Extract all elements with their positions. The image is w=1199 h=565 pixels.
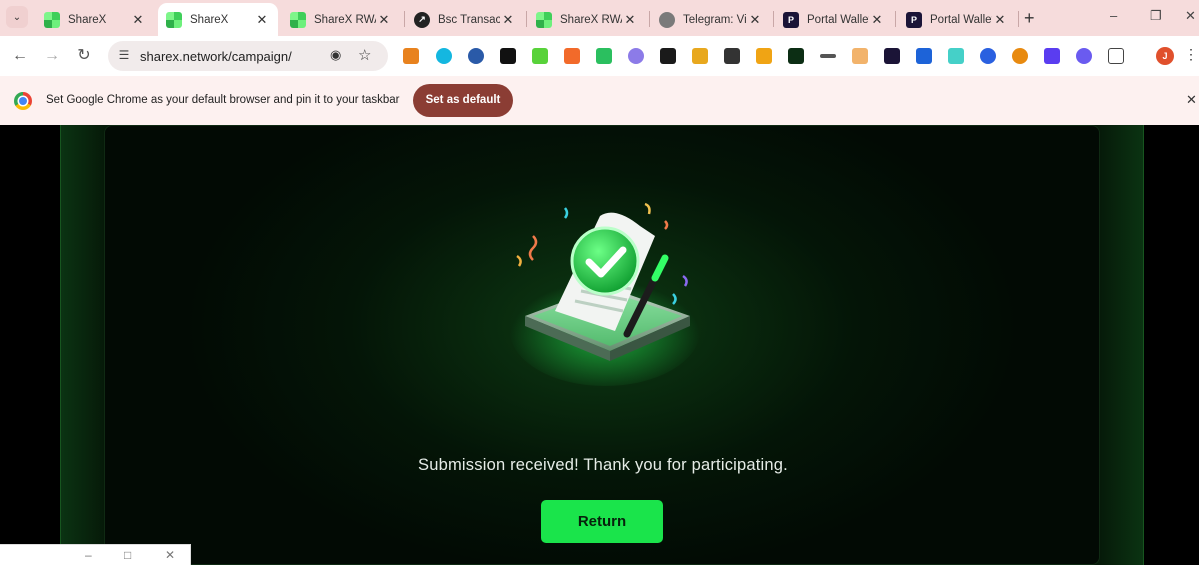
tab-telegram[interactable]: Telegram: Vi ✕ [651,3,771,36]
close-icon[interactable]: ✕ [130,12,146,28]
tab-label: ShareX [190,13,229,26]
tab-label: Bsc Transacti [438,13,500,26]
telegram-icon [659,11,675,28]
sharex-icon [166,11,182,28]
default-browser-infobar: Set Google Chrome as your default browse… [0,76,1199,125]
chrome-logo-icon [14,92,32,110]
close-icon[interactable]: ✕ [992,12,1008,28]
minimize-icon[interactable]: – [1110,8,1117,23]
infobar-message: Set Google Chrome as your default browse… [46,94,400,106]
portal-extension-icon[interactable] [884,48,900,64]
tab-separator [404,11,405,27]
submission-card: Submission received! Thank you for parti… [104,125,1100,565]
tab-bsc-transaction[interactable]: ↗ Bsc Transacti ✕ [406,3,524,36]
tab-label: ShareX RWA [314,13,376,26]
back-arrow-icon[interactable]: ← [10,46,30,66]
tab-search-chevron-icon[interactable]: ⌄ [6,6,28,28]
tab-strip: ⌄ ShareX ✕ ShareX ✕ ShareX RWA ✕ ↗ Bsc T… [0,0,1199,36]
sharex-icon [290,11,306,28]
tab-separator [526,11,527,27]
extension-icon[interactable] [724,48,740,64]
extension-icon[interactable] [916,48,932,64]
sharex-icon [536,11,552,28]
extension-icon[interactable] [756,48,772,64]
extension-icon[interactable] [820,54,836,58]
menu-kebab-icon[interactable]: ⋮ [1184,46,1198,63]
metamask-extension-icon[interactable] [403,48,419,64]
close-icon[interactable]: ✕ [165,548,175,562]
tab-label: Portal Wallet [930,13,992,26]
address-bar[interactable]: ☰ sharex.network/campaign/ ◉ ☆ [108,41,388,71]
extension-icon[interactable] [1012,48,1028,64]
extension-icon[interactable] [948,48,964,64]
minimize-icon[interactable]: – [85,548,92,562]
tab-sharex-1[interactable]: ShareX ✕ [36,3,154,36]
tab-separator [895,11,896,27]
tab-label: ShareX [68,13,107,26]
tab-label: Portal Wallet [807,13,869,26]
tab-sharex-rwa-2[interactable]: ShareX RWA ✕ [528,3,646,36]
location-pin-icon[interactable]: ◉ [330,47,341,63]
restore-icon[interactable]: ❐ [1150,8,1162,24]
tab-sharex-active[interactable]: ShareX ✕ [158,3,278,36]
tab-separator [1018,11,1019,27]
close-icon[interactable]: ✕ [376,12,392,28]
close-icon[interactable]: ✕ [500,12,516,28]
tab-separator [773,11,774,27]
browser-toolbar: ← → ↻ ☰ sharex.network/campaign/ ◉ ☆ J ⋮ [0,36,1199,76]
bookmark-star-icon[interactable]: ☆ [358,46,371,64]
extension-icon[interactable] [692,48,708,64]
tab-separator [649,11,650,27]
forward-arrow-icon[interactable]: → [42,46,62,66]
portal-icon: P [783,11,799,28]
reload-icon[interactable]: ↻ [74,46,94,66]
extension-icon[interactable] [1076,48,1092,64]
extension-icon[interactable] [628,48,644,64]
window-close-icon[interactable]: ✕ [1185,8,1196,24]
extension-icon[interactable] [500,48,516,64]
extension-icon[interactable] [788,48,804,64]
extension-icon[interactable] [596,48,612,64]
extension-icon[interactable] [852,48,868,64]
infobar-close-icon[interactable]: ✕ [1186,92,1197,108]
submission-message: Submission received! Thank you for parti… [418,456,788,474]
extension-icon[interactable] [660,48,676,64]
url-text[interactable]: sharex.network/campaign/ [140,49,292,64]
submission-success-illustration [510,202,700,386]
close-icon[interactable]: ✕ [254,12,270,28]
close-icon[interactable]: ✕ [622,12,638,28]
tab-sharex-rwa-1[interactable]: ShareX RWA ✕ [282,3,400,36]
tab-label: Telegram: Vi [683,13,747,26]
profile-avatar[interactable]: J [1156,47,1174,65]
site-settings-icon[interactable]: ☰ [116,48,132,64]
extension-icon[interactable] [980,48,996,64]
bscscan-icon: ↗ [414,11,430,28]
sharex-icon [44,11,60,28]
new-tab-button[interactable]: + [1024,8,1035,29]
portal-icon: P [906,11,922,28]
tab-label: ShareX RWA [560,13,622,26]
extension-icon[interactable] [1044,48,1060,64]
extension-icon[interactable] [468,48,484,64]
extensions-puzzle-icon[interactable] [1108,48,1124,64]
tab-portal-wallet-2[interactable]: P Portal Wallet ✕ [898,3,1016,36]
set-as-default-button[interactable]: Set as default [413,84,513,117]
tab-portal-wallet-1[interactable]: P Portal Wallet ✕ [775,3,893,36]
extension-icon[interactable] [564,48,580,64]
maximize-icon[interactable]: □ [124,548,131,562]
floating-window-controls: – □ ✕ [0,544,191,565]
close-icon[interactable]: ✕ [747,12,763,28]
page-viewport: Submission received! Thank you for parti… [0,125,1199,565]
extension-icon[interactable] [436,48,452,64]
extension-icon[interactable] [532,48,548,64]
return-button[interactable]: Return [541,500,663,543]
close-icon[interactable]: ✕ [869,12,885,28]
